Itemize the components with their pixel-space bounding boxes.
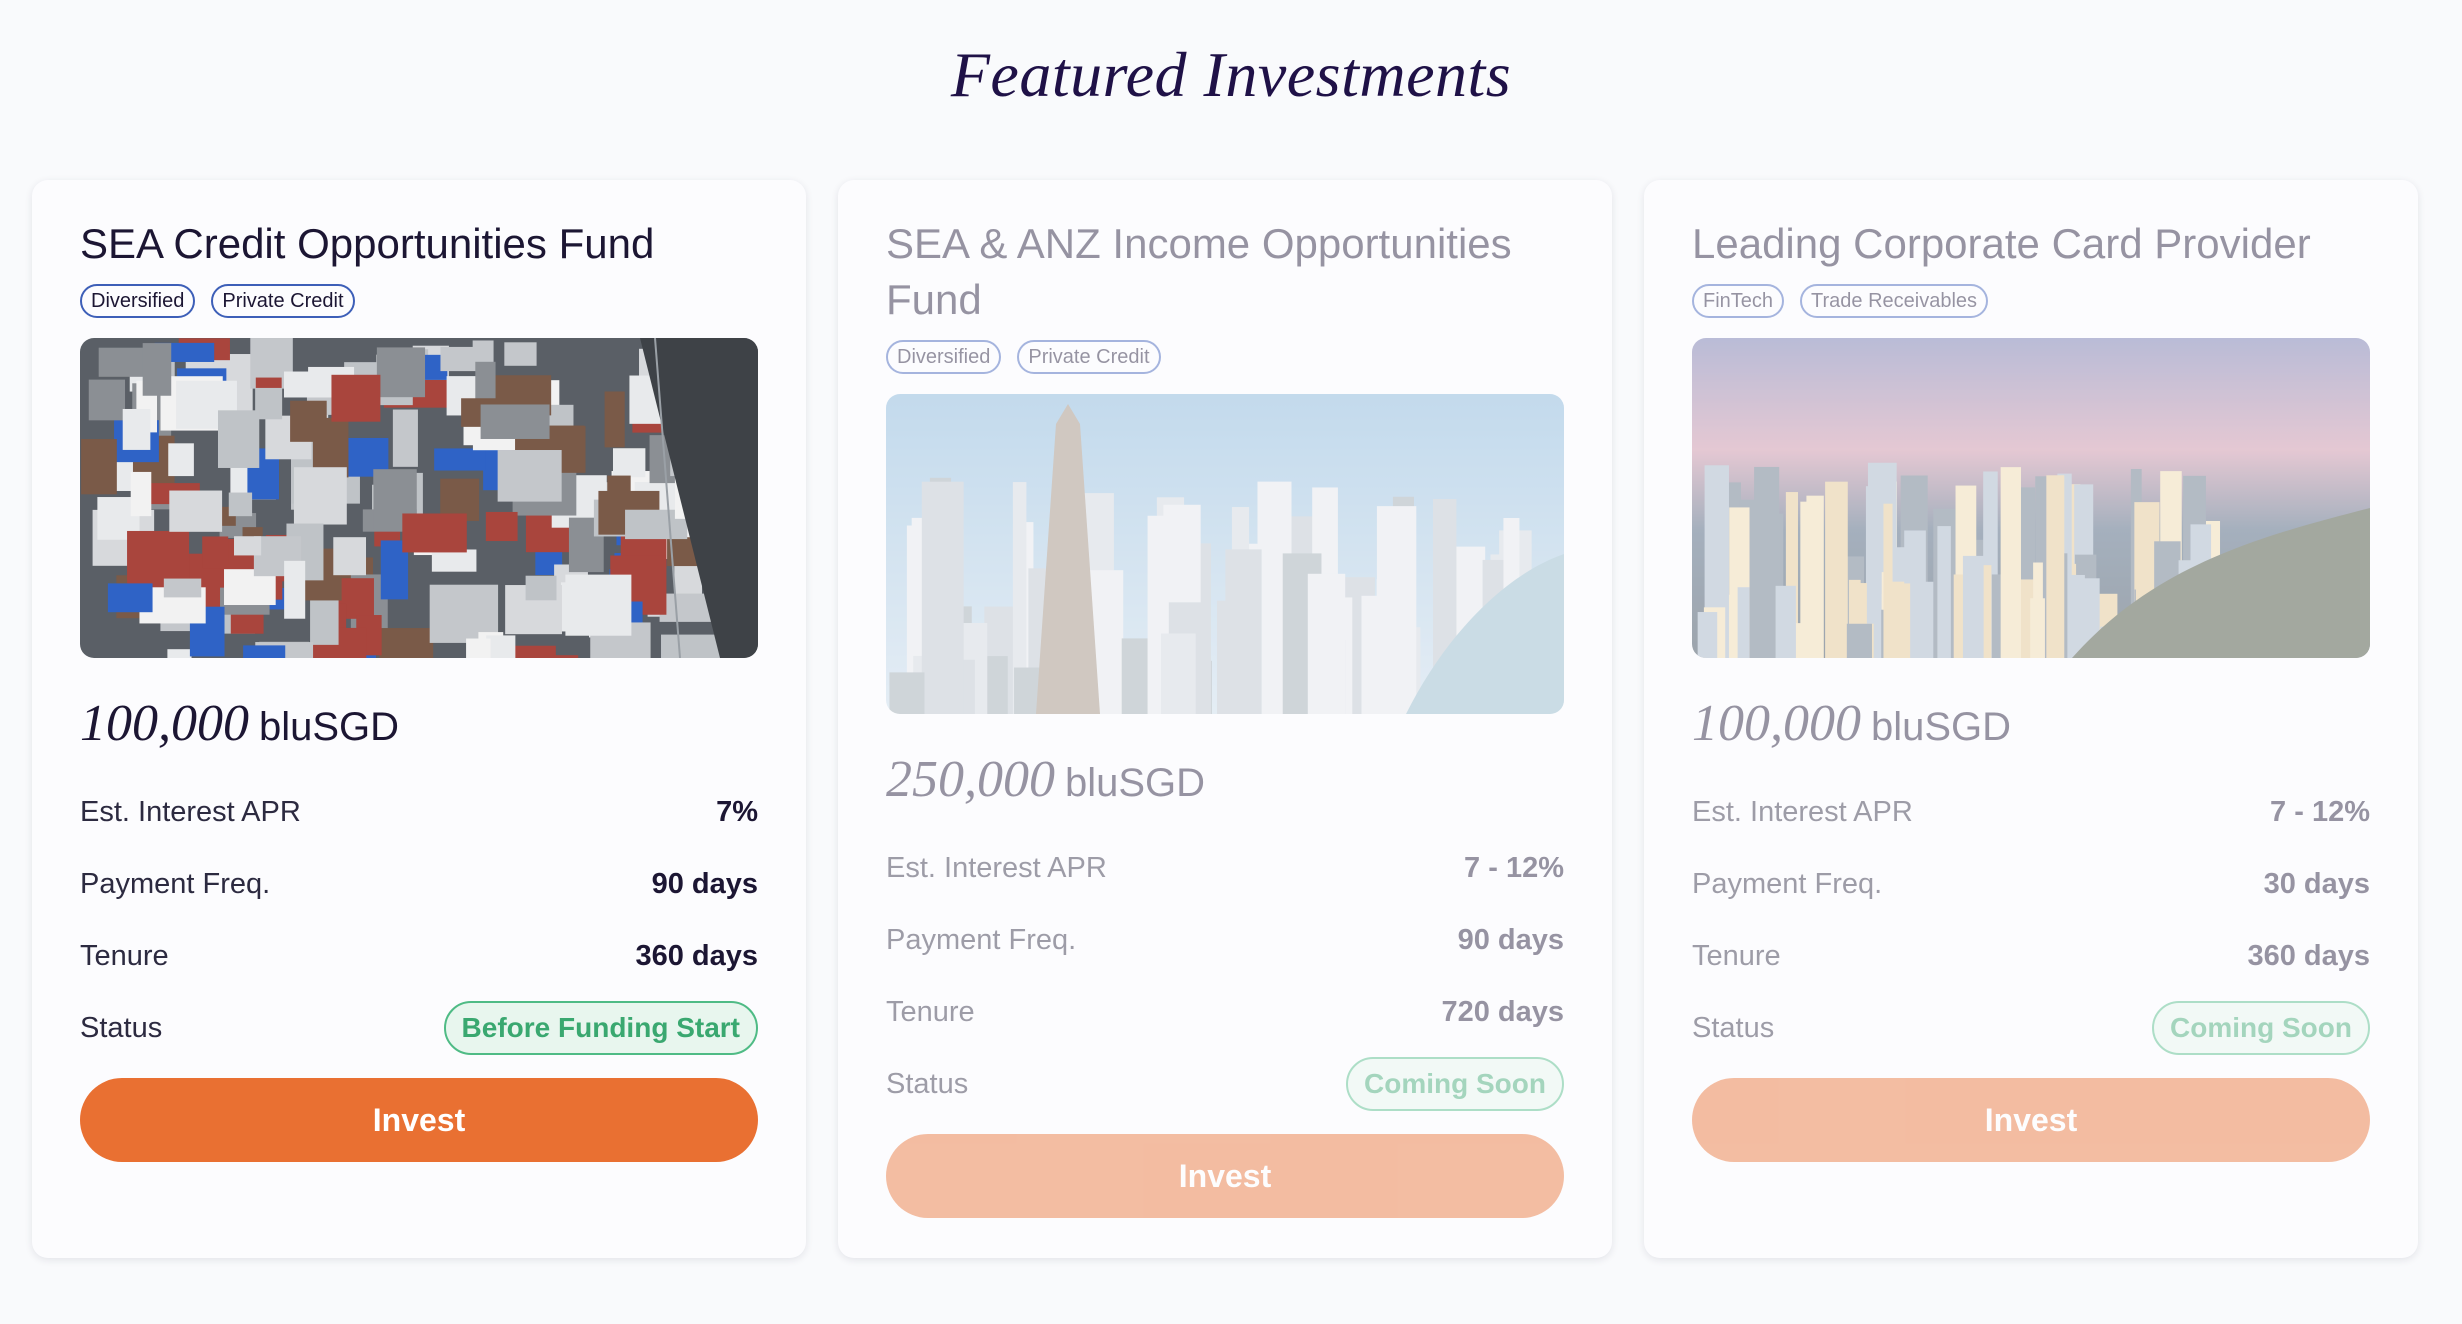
amount: 250,000 bluSGD <box>886 750 1564 810</box>
invest-button[interactable]: Invest <box>80 1078 758 1162</box>
payment-freq-value: 90 days <box>651 867 758 900</box>
status-label: Status <box>886 1067 969 1100</box>
tag: Diversified <box>80 284 196 318</box>
status-badge: Coming Soon <box>2152 1001 2370 1055</box>
apr-label: Est. Interest APR <box>1692 795 1913 828</box>
tag: Trade Receivables <box>1800 284 1989 318</box>
payment-freq-row: Payment Freq. 90 days <box>886 904 1564 976</box>
amount-value: 100,000 <box>80 695 249 752</box>
tag: FinTech <box>1692 284 1785 318</box>
invest-button[interactable]: Invest <box>886 1134 1564 1218</box>
tag: Diversified <box>886 340 1002 374</box>
apr-label: Est. Interest APR <box>886 851 1107 884</box>
amount-value: 100,000 <box>1692 695 1861 752</box>
apr-value: 7 - 12% <box>1464 851 1564 884</box>
apr-value: 7 - 12% <box>2270 795 2370 828</box>
payment-freq-row: Payment Freq. 90 days <box>80 848 758 920</box>
amount: 100,000 bluSGD <box>80 694 758 754</box>
page-title: Featured Investments <box>950 39 1512 110</box>
amount: 100,000 bluSGD <box>1692 694 2370 754</box>
city-skyline-river-photo <box>886 394 1564 714</box>
card-title[interactable]: SEA Credit Opportunities Fund <box>80 216 758 272</box>
tenure-value: 360 days <box>2247 939 2370 972</box>
apr-value: 7% <box>716 795 758 828</box>
tag-list: FinTech Trade Receivables <box>1692 284 2370 318</box>
tenure-label: Tenure <box>886 995 975 1028</box>
tag-list: Diversified Private Credit <box>886 340 1564 374</box>
payment-freq-row: Payment Freq. 30 days <box>1692 848 2370 920</box>
tenure-row: Tenure 360 days <box>80 920 758 992</box>
tenure-label: Tenure <box>80 939 169 972</box>
investment-card: SEA Credit Opportunities Fund Diversifie… <box>32 180 806 1258</box>
payment-freq-label: Payment Freq. <box>80 867 271 900</box>
amount-currency: bluSGD <box>1065 761 1206 805</box>
tenure-label: Tenure <box>1692 939 1781 972</box>
invest-button[interactable]: Invest <box>1692 1078 2370 1162</box>
amount-value: 250,000 <box>886 751 1055 808</box>
tenure-row: Tenure 360 days <box>1692 920 2370 992</box>
card-title[interactable]: Leading Corporate Card Provider <box>1692 216 2370 272</box>
harbour-city-dusk-photo <box>1692 338 2370 658</box>
aerial-rooftops-photo <box>80 338 758 658</box>
payment-freq-label: Payment Freq. <box>1692 867 1883 900</box>
investment-card: Leading Corporate Card Provider FinTech … <box>1644 180 2418 1258</box>
card-title[interactable]: SEA & ANZ Income Opportunities Fund <box>886 216 1564 328</box>
tenure-row: Tenure 720 days <box>886 976 1564 1048</box>
payment-freq-label: Payment Freq. <box>886 923 1077 956</box>
payment-freq-value: 30 days <box>2263 867 2370 900</box>
amount-currency: bluSGD <box>1871 705 2012 749</box>
amount-currency: bluSGD <box>259 705 400 749</box>
apr-row: Est. Interest APR 7% <box>80 776 758 848</box>
apr-row: Est. Interest APR 7 - 12% <box>1692 776 2370 848</box>
tenure-value: 360 days <box>635 939 758 972</box>
apr-row: Est. Interest APR 7 - 12% <box>886 832 1564 904</box>
status-row: Status Coming Soon <box>886 1048 1564 1120</box>
tag: Private Credit <box>211 284 355 318</box>
status-badge: Coming Soon <box>1346 1057 1564 1111</box>
status-row: Status Before Funding Start <box>80 992 758 1064</box>
tag-list: Diversified Private Credit <box>80 284 758 318</box>
status-row: Status Coming Soon <box>1692 992 2370 1064</box>
status-label: Status <box>1692 1011 1775 1044</box>
apr-label: Est. Interest APR <box>80 795 301 828</box>
payment-freq-value: 90 days <box>1457 923 1564 956</box>
tenure-value: 720 days <box>1441 995 1564 1028</box>
tag: Private Credit <box>1017 340 1161 374</box>
investment-card: SEA & ANZ Income Opportunities Fund Dive… <box>838 180 1612 1258</box>
status-badge: Before Funding Start <box>443 1001 758 1055</box>
status-label: Status <box>80 1011 163 1044</box>
